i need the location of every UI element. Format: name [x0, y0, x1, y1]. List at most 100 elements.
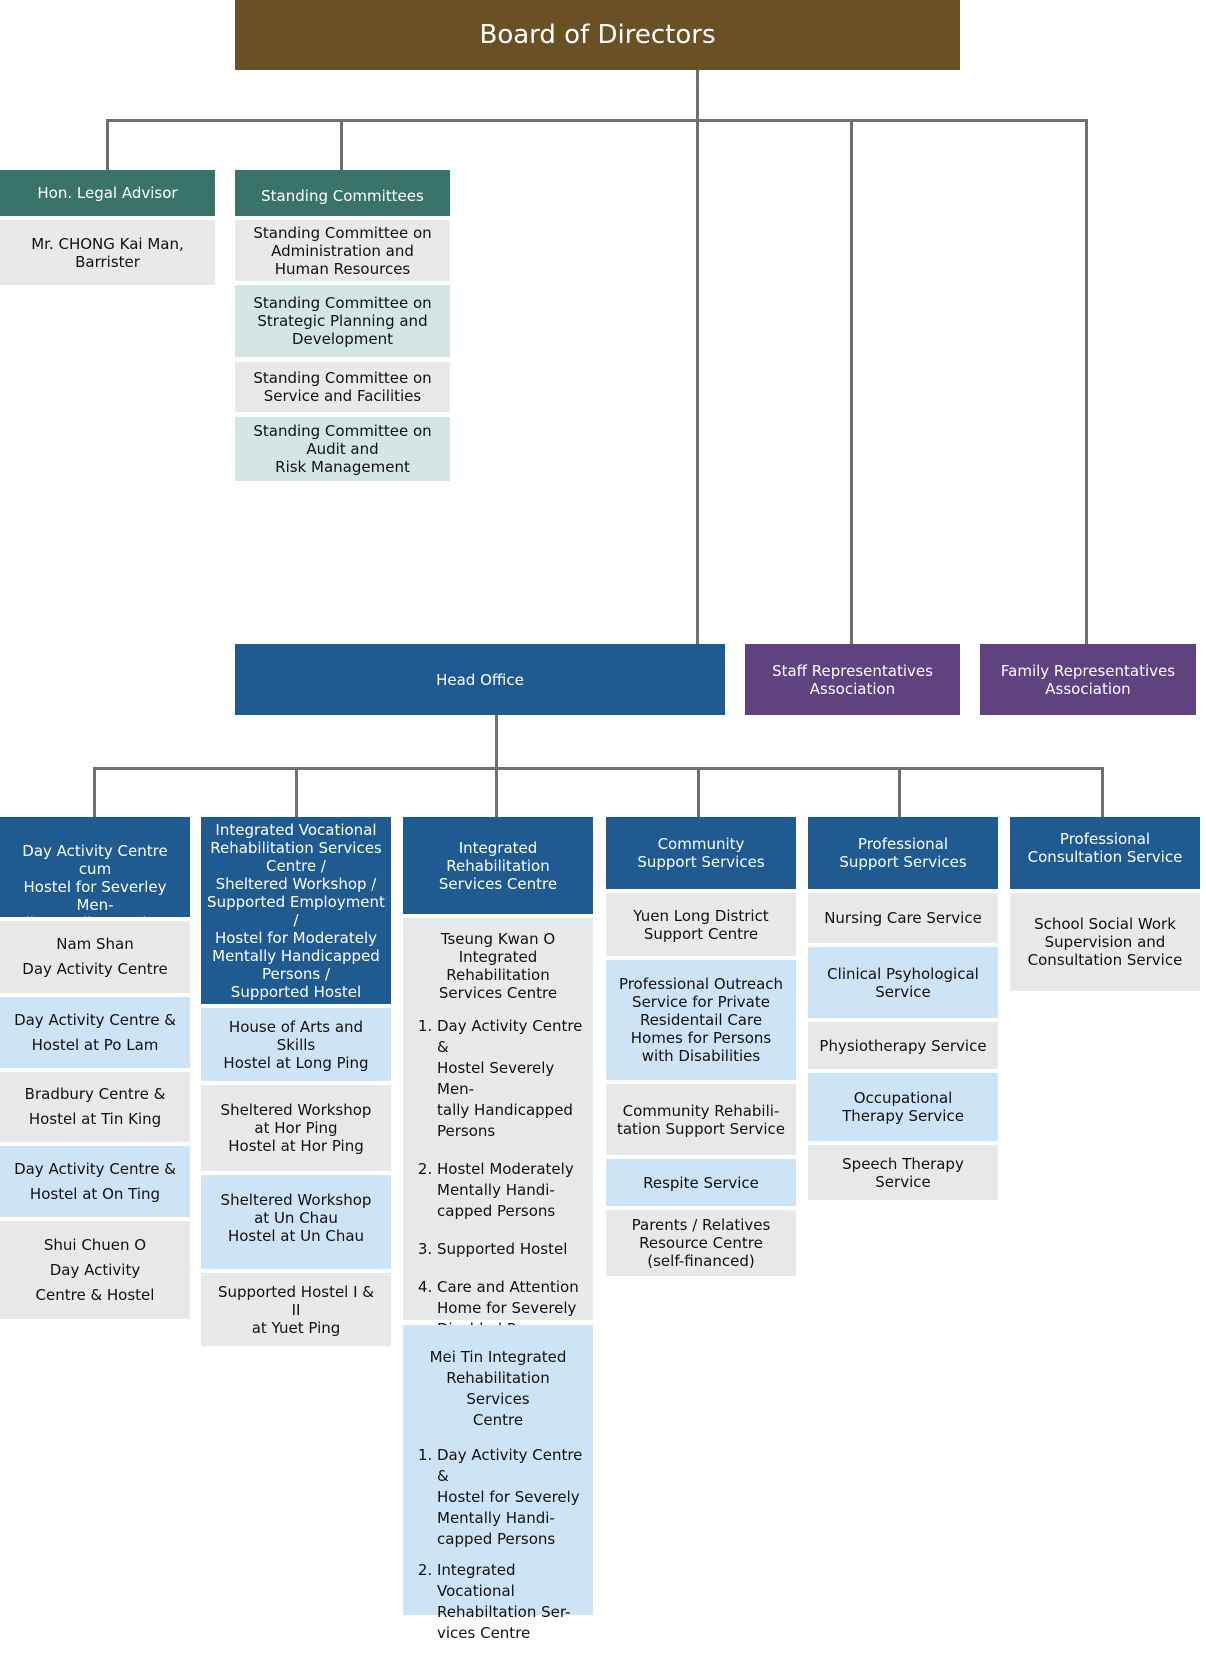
division-item[interactable]: Respite Service	[606, 1159, 796, 1206]
division-item[interactable]: Occupational Therapy Service	[808, 1073, 998, 1141]
division-title: Day Activity Centre cum Hostel for Sever…	[10, 842, 179, 932]
centre-service: Day Activity Centre & Hostel Severely Me…	[437, 1016, 583, 1142]
division-item-label: Day Activity Centre & Hostel at On Ting	[14, 1159, 176, 1203]
division-item[interactable]: Supported Hostel I & II at Yuet Ping	[201, 1273, 391, 1346]
standing-committees-title: Standing Committees	[261, 187, 424, 205]
standing-committees-header[interactable]: Standing Committees	[235, 170, 450, 216]
centre-services-list: Day Activity Centre & Hostel Severely Me…	[413, 1016, 583, 1340]
division-item[interactable]: Sheltered Workshop at Hor Ping Hostel at…	[201, 1085, 391, 1171]
centre-service: Integrated Vocational Rehabiltation Ser-…	[437, 1560, 583, 1644]
connector-divisions-horizontal	[93, 767, 1104, 770]
head-office[interactable]: Head Office	[235, 644, 725, 715]
division-item-label: Yuen Long District Support Centre	[633, 906, 769, 943]
connector-head-office-down	[495, 715, 498, 768]
division-title: Integrated Vocational Rehabilitation Ser…	[207, 820, 385, 1001]
division-item-label: House of Arts and Skills Hostel at Long …	[223, 1017, 369, 1072]
division-item-label: Supported Hostel I & II at Yuet Ping	[217, 1282, 375, 1337]
division-title: Integrated Rehabilitation Services Centr…	[438, 838, 558, 893]
division-item-label: Community Rehabili- tation Support Servi…	[616, 1101, 786, 1138]
connector-legal	[106, 119, 109, 170]
division-item-label: Shui Chuen O Day Activity Centre & Hoste…	[35, 1235, 155, 1304]
committee-item-label: Standing Committee on Service and Facili…	[253, 369, 432, 405]
division-day-activity-header[interactable]: Day Activity Centre cum Hostel for Sever…	[0, 817, 190, 932]
centre-service: Hostel Moderately Mentally Handi- capped…	[437, 1159, 583, 1222]
division-item[interactable]: Speech Therapy Service	[808, 1145, 998, 1200]
division-title: Professional Consultation Service	[1027, 830, 1183, 866]
division-item[interactable]: Day Activity Centre & Hostel at Po Lam	[0, 997, 190, 1068]
legal-advisor-header[interactable]: Hon. Legal Advisor	[0, 170, 215, 216]
connector-top-horizontal	[106, 119, 1088, 122]
division-item[interactable]: School Social Work Supervision and Consu…	[1010, 893, 1200, 991]
connector-division-3	[495, 767, 498, 817]
division-item[interactable]: Day Activity Centre & Hostel at On Ting	[0, 1146, 190, 1217]
connector-division-4	[697, 767, 700, 817]
division-professional-consultation-header[interactable]: Professional Consultation Service	[1010, 817, 1200, 889]
connector-division-2	[295, 767, 298, 817]
centre-name: Tseung Kwan O Integrated Rehabilitation …	[438, 930, 558, 1002]
centre-tseung-kwan-o[interactable]: Tseung Kwan O Integrated Rehabilitation …	[403, 918, 593, 1338]
division-item-label: Physiotherapy Service	[819, 1036, 987, 1055]
board-title: Board of Directors	[479, 20, 716, 50]
head-office-title: Head Office	[436, 670, 524, 689]
division-item-label: Sheltered Workshop at Un Chau Hostel at …	[220, 1191, 372, 1245]
connector-division-5	[898, 767, 901, 817]
connector-committees	[340, 119, 343, 170]
centre-mei-tin[interactable]: Mei Tin Integrated Rehabilitation Servic…	[403, 1325, 593, 1642]
division-integrated-rehab-header[interactable]: Integrated Rehabilitation Services Centr…	[403, 817, 593, 914]
centre-name: Mei Tin Integrated Rehabilitation Servic…	[429, 1348, 567, 1429]
centre-service: Supported Hostel	[437, 1239, 583, 1260]
committee-item[interactable]: Standing Committee on Service and Facili…	[235, 362, 450, 412]
division-item[interactable]: Professional Outreach Service for Privat…	[606, 960, 796, 1080]
division-item[interactable]: Nam Shan Day Activity Centre	[0, 921, 190, 993]
division-item-label: Sheltered Workshop at Hor Ping Hostel at…	[220, 1101, 372, 1155]
division-item[interactable]: Shui Chuen O Day Activity Centre & Hoste…	[0, 1221, 190, 1319]
board-of-directors[interactable]: Board of Directors	[235, 0, 960, 70]
division-item-label: Occupational Therapy Service	[842, 1089, 964, 1125]
division-item-label: Clinical Psyhological Service	[827, 964, 979, 1001]
division-item[interactable]: Bradbury Centre & Hostel at Tin King	[0, 1072, 190, 1142]
division-title: Community Support Services	[637, 835, 765, 871]
connector-division-6	[1101, 767, 1104, 817]
connector-board-down	[696, 70, 699, 120]
division-item-label: School Social Work Supervision and Consu…	[1027, 915, 1183, 969]
centre-service: Day Activity Centre & Hostel for Severel…	[437, 1445, 583, 1550]
connector-family	[1085, 119, 1088, 644]
division-item-label: Day Activity Centre & Hostel at Po Lam	[14, 1010, 176, 1054]
staff-association-title: Staff Representatives Association	[772, 661, 933, 698]
committee-item-label: Standing Committee on Audit and Risk Man…	[253, 422, 432, 476]
staff-representatives-association[interactable]: Staff Representatives Association	[745, 644, 960, 715]
committee-item[interactable]: Standing Committee on Administration and…	[235, 220, 450, 281]
committee-item[interactable]: Standing Committee on Strategic Planning…	[235, 285, 450, 357]
division-community-support-header[interactable]: Community Support Services	[606, 817, 796, 889]
connector-staff	[850, 119, 853, 644]
centre-services-list: Day Activity Centre & Hostel for Severel…	[413, 1445, 583, 1644]
connector-head-office	[696, 119, 699, 644]
legal-advisor-person[interactable]: Mr. CHONG Kai Man, Barrister	[0, 220, 215, 285]
committee-item[interactable]: Standing Committee on Audit and Risk Man…	[235, 417, 450, 481]
division-item[interactable]: Sheltered Workshop at Un Chau Hostel at …	[201, 1175, 391, 1269]
division-item-label: Parents / Relatives Resource Centre (sel…	[631, 1216, 771, 1270]
division-item-label: Nam Shan Day Activity Centre	[22, 935, 168, 978]
legal-advisor-name: Mr. CHONG Kai Man, Barrister	[31, 234, 184, 271]
committee-item-label: Standing Committee on Strategic Planning…	[253, 294, 432, 348]
division-item[interactable]: Nursing Care Service	[808, 893, 998, 943]
division-item-label: Respite Service	[643, 1173, 759, 1192]
connector-division-1	[93, 767, 96, 817]
division-item[interactable]: Community Rehabili- tation Support Servi…	[606, 1084, 796, 1155]
division-item-label: Speech Therapy Service	[842, 1154, 964, 1191]
division-item[interactable]: Yuen Long District Support Centre	[606, 893, 796, 956]
division-item[interactable]: House of Arts and Skills Hostel at Long …	[201, 1008, 391, 1081]
division-professional-support-header[interactable]: Professional Support Services	[808, 817, 998, 889]
committee-item-label: Standing Committee on Administration and…	[253, 223, 432, 278]
family-representatives-association[interactable]: Family Representatives Association	[980, 644, 1196, 715]
division-item[interactable]: Clinical Psyhological Service	[808, 947, 998, 1018]
division-item-label: Bradbury Centre & Hostel at Tin King	[24, 1085, 166, 1128]
family-association-title: Family Representatives Association	[1000, 661, 1176, 698]
division-item[interactable]: Parents / Relatives Resource Centre (sel…	[606, 1210, 796, 1276]
division-title: Professional Support Services	[839, 835, 967, 871]
legal-advisor-title: Hon. Legal Advisor	[37, 184, 178, 202]
division-item-label: Nursing Care Service	[824, 909, 982, 927]
division-vocational-header[interactable]: Integrated Vocational Rehabilitation Ser…	[201, 817, 391, 1004]
division-item-label: Professional Outreach Service for Privat…	[618, 975, 784, 1065]
division-item[interactable]: Physiotherapy Service	[808, 1022, 998, 1069]
